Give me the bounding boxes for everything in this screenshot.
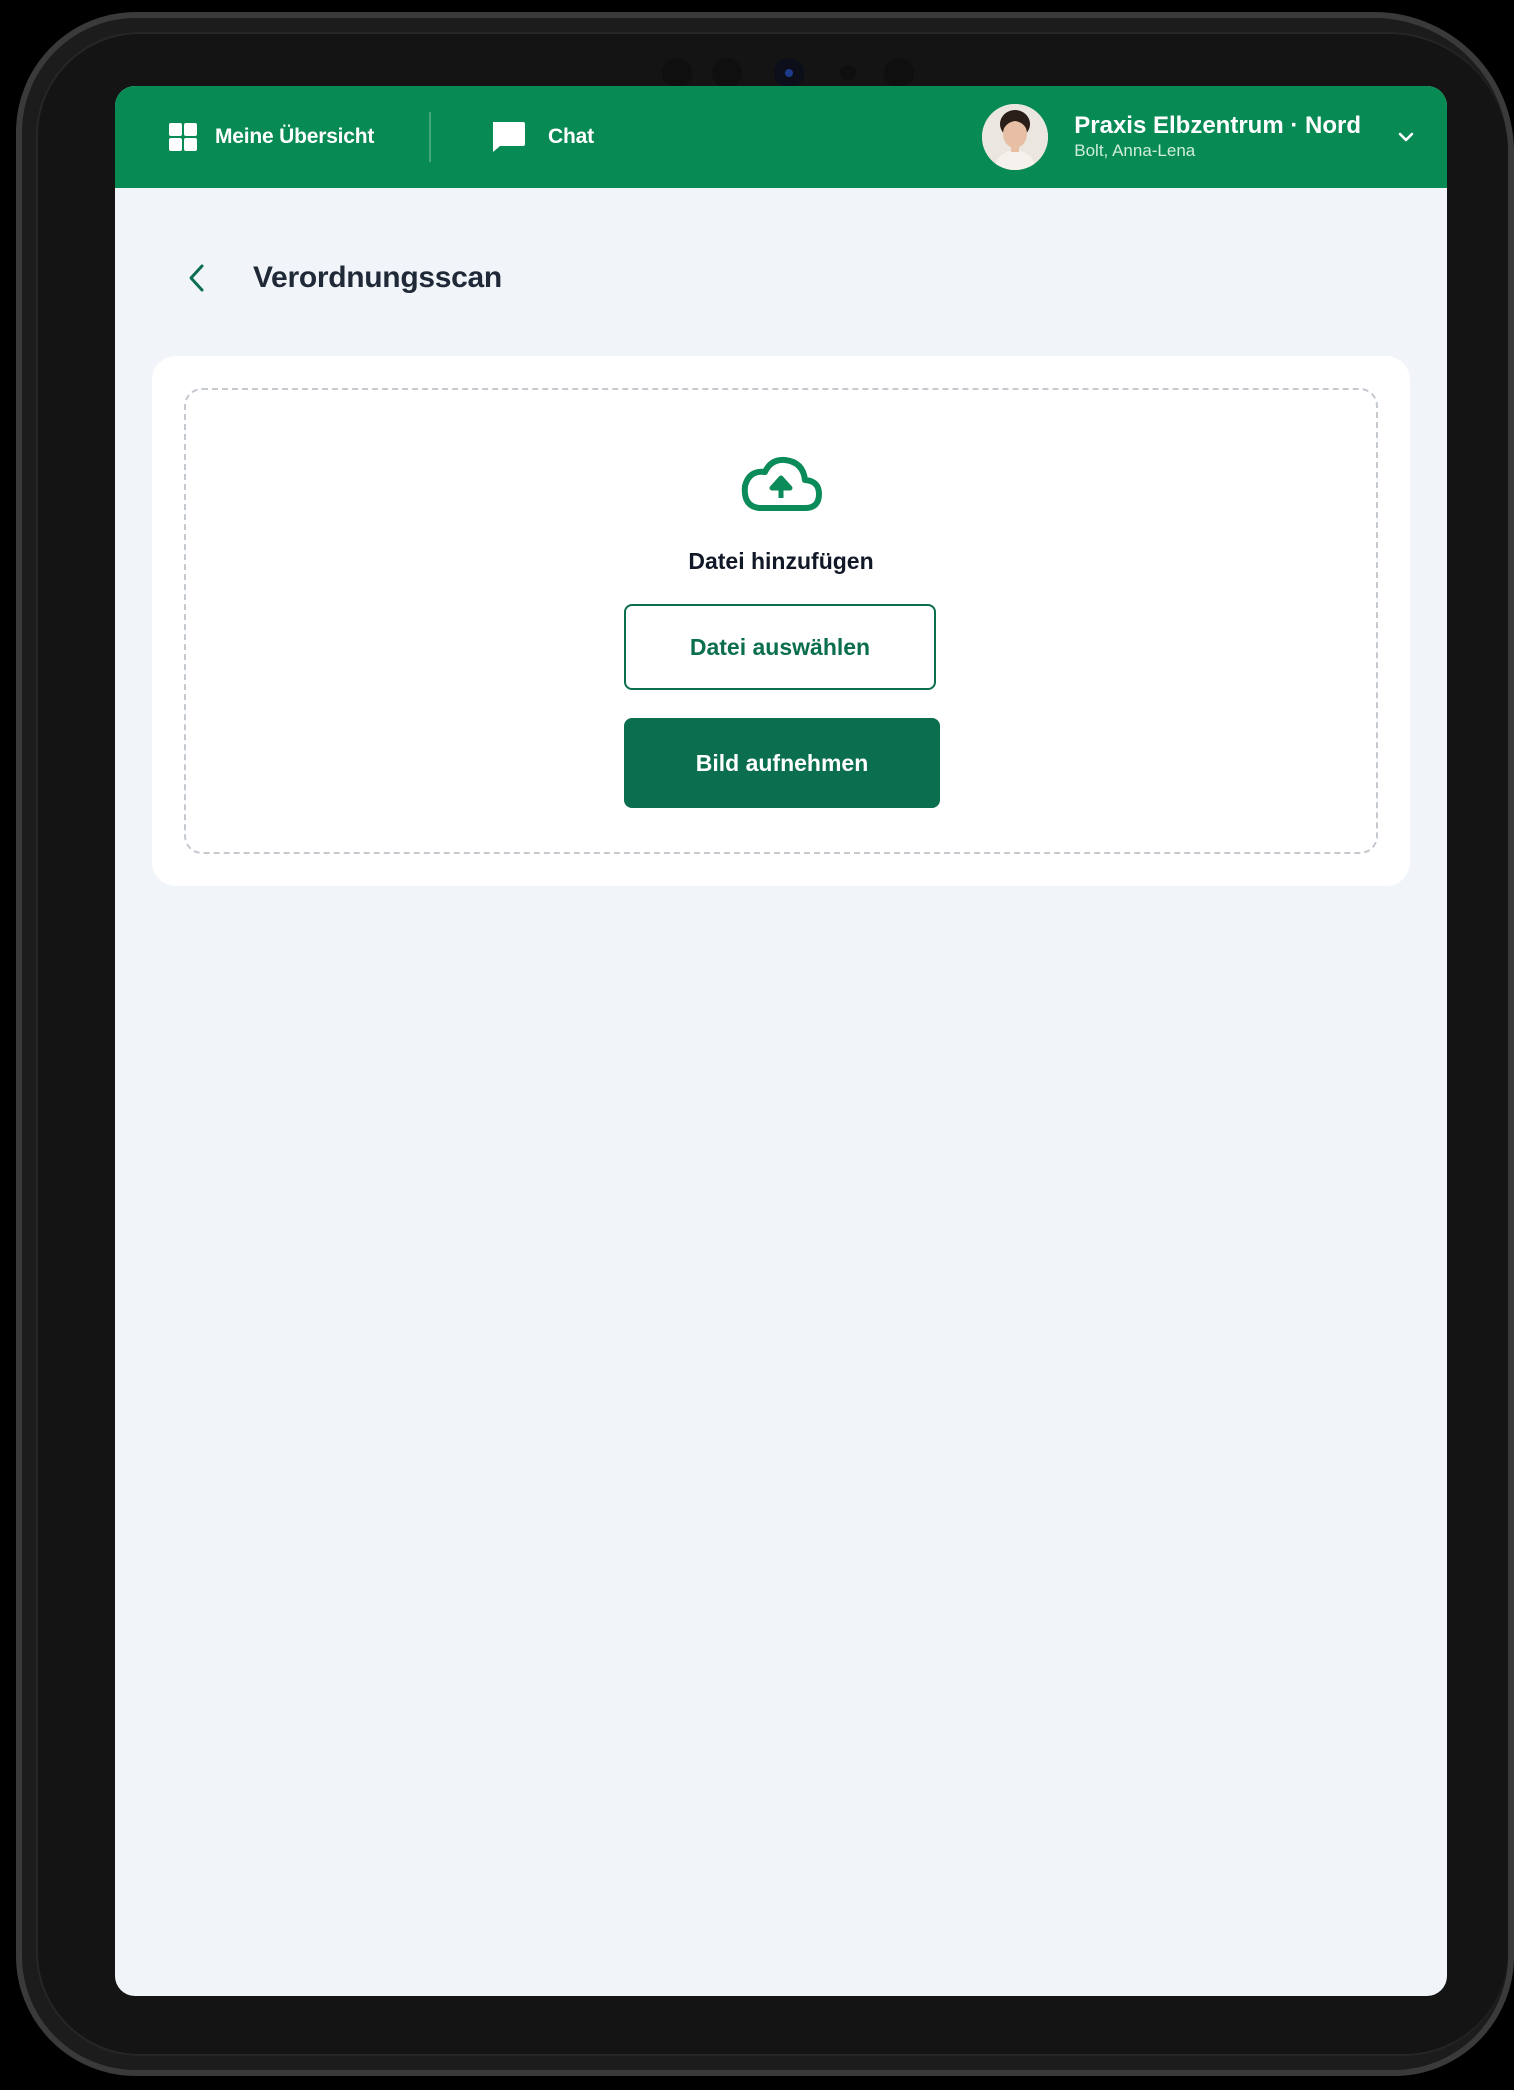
top-navigation-bar: Meine Übersicht Chat Praxis Elbzentrum ·… <box>115 86 1447 188</box>
upload-card: Datei hinzufügen Datei auswählen Bild au… <box>152 356 1410 886</box>
select-file-button[interactable]: Datei auswählen <box>624 604 936 690</box>
sensor-dot <box>840 65 856 81</box>
chevron-left-icon[interactable] <box>183 260 211 296</box>
user-name: Bolt, Anna-Lena <box>1074 141 1196 160</box>
profile-switcher[interactable]: Praxis Elbzentrum · Nord Bolt, Anna-Lena <box>982 86 1417 188</box>
nav-item-label: Meine Übersicht <box>215 125 375 148</box>
sensor-dot <box>662 58 692 88</box>
front-camera <box>774 58 804 88</box>
avatar <box>982 104 1049 170</box>
sensor-dot <box>712 58 742 88</box>
page-title: Verordnungsscan <box>253 261 502 294</box>
file-dropzone[interactable]: Datei hinzufügen Datei auswählen Bild au… <box>184 388 1378 854</box>
chevron-down-icon[interactable] <box>1395 126 1417 148</box>
page-header: Verordnungsscan <box>183 246 502 310</box>
sensor-dot <box>884 58 914 88</box>
practice-name: Praxis Elbzentrum · Nord <box>1074 112 1361 139</box>
cloud-upload-icon <box>741 456 822 511</box>
nav-item-label: Chat <box>548 125 594 148</box>
dropzone-title: Datei hinzufügen <box>688 548 874 574</box>
chat-icon <box>493 122 525 152</box>
grid-icon <box>169 123 197 151</box>
nav-item-meine-uebersicht[interactable]: Meine Übersicht <box>169 86 374 188</box>
take-photo-button[interactable]: Bild aufnehmen <box>624 718 940 808</box>
nav-divider <box>429 112 431 162</box>
app-screen: Meine Übersicht Chat Praxis Elbzentrum ·… <box>115 86 1447 1996</box>
nav-item-chat[interactable]: Chat <box>490 86 594 188</box>
